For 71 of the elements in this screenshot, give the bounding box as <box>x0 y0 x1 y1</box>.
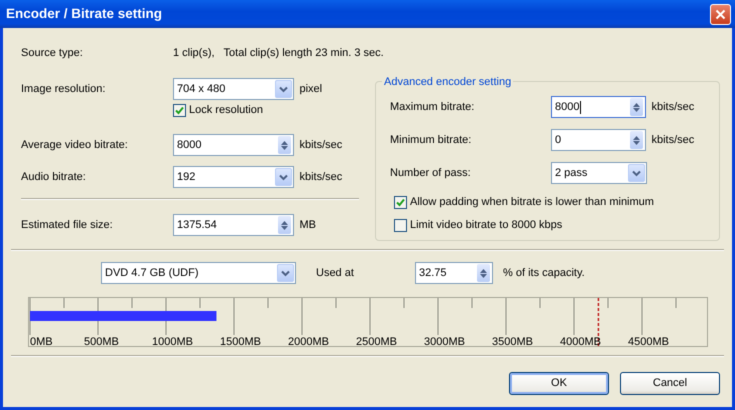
dropdown-button[interactable] <box>628 164 645 182</box>
field-label: Image resolution: <box>21 82 106 97</box>
spin-field[interactable]: 1375.54 <box>173 214 294 236</box>
spin-field[interactable]: 8000 <box>551 96 646 118</box>
dropdown-button[interactable] <box>275 168 292 186</box>
down-arrow-icon <box>633 108 640 112</box>
spin-button[interactable] <box>278 216 291 234</box>
dropdown-button[interactable] <box>275 80 292 98</box>
unit-label: kbits/sec <box>652 100 694 115</box>
chevron-down-icon <box>632 170 641 176</box>
close-button[interactable] <box>710 4 731 24</box>
down-arrow-icon <box>480 274 487 278</box>
up-arrow-icon <box>281 220 288 224</box>
up-arrow-icon <box>480 268 487 272</box>
tick-label: 2500MB <box>356 336 397 347</box>
spin-field[interactable]: 8000 <box>173 134 294 156</box>
field-label: Audio bitrate: <box>21 170 87 185</box>
down-arrow-icon <box>281 146 288 150</box>
field-label: Used at <box>316 266 355 281</box>
unit-label: kbits/sec <box>300 170 342 185</box>
checkbox-label: Lock resolution <box>189 102 263 118</box>
checkbox[interactable] <box>394 196 407 208</box>
spin-field[interactable]: 0 <box>551 129 646 151</box>
spin-button[interactable] <box>630 98 643 116</box>
spin-button[interactable] <box>630 131 643 149</box>
source-info: 1 clip(s), Total clip(s) length 23 min. 3 sec. <box>173 46 384 61</box>
window-title: Encoder / Bitrate setting <box>6 4 162 23</box>
chevron-down-icon <box>281 270 290 276</box>
dropdown-field[interactable]: 2 pass <box>551 162 647 184</box>
checkbox[interactable] <box>394 218 407 232</box>
field-label: Number of pass: <box>390 166 472 181</box>
down-arrow-icon <box>281 226 288 230</box>
spin-button[interactable] <box>278 136 291 154</box>
tick-label: 1000MB <box>152 336 193 347</box>
dropdown-button[interactable] <box>277 264 294 282</box>
unit-label: % of its capacity. <box>503 266 585 281</box>
up-arrow-icon <box>281 140 288 144</box>
close-icon <box>715 8 726 20</box>
dialog-button[interactable]: Cancel <box>620 372 720 395</box>
tick-label: 0MB <box>30 336 53 347</box>
unit-label: MB <box>300 218 316 233</box>
dropdown-field[interactable]: DVD 4.7 GB (UDF) <box>101 262 296 284</box>
unit-label: pixel <box>300 82 322 97</box>
group-title: Advanced encoder setting <box>382 74 514 90</box>
dialog-button[interactable]: OK <box>509 372 609 395</box>
field-label: Estimated file size: <box>21 218 114 233</box>
tick-label: 4000MB <box>560 336 601 347</box>
tick-label: 3500MB <box>492 336 533 347</box>
chevron-down-icon <box>279 86 288 92</box>
unit-label: kbits/sec <box>300 138 342 153</box>
up-arrow-icon <box>633 102 640 106</box>
checkbox[interactable] <box>173 104 186 116</box>
tick-label: 500MB <box>84 336 119 347</box>
dropdown-field[interactable]: 704 x 480 <box>173 78 294 100</box>
dropdown-field[interactable]: 192 <box>173 166 294 188</box>
tick-label: 3000MB <box>424 336 465 347</box>
field-label: Maximum bitrate: <box>390 100 476 115</box>
field-label: Minimum bitrate: <box>390 132 472 148</box>
spin-field[interactable]: 32.75 <box>415 262 493 284</box>
checkbox-label: Limit video bitrate to 8000 kbps <box>410 218 562 233</box>
tick-label: 1500MB <box>220 336 261 347</box>
unit-label: kbits/sec <box>652 132 694 148</box>
spin-button[interactable] <box>477 264 490 282</box>
down-arrow-icon <box>633 140 640 144</box>
field-label: Source type: <box>21 46 84 61</box>
tick-label: 4500MB <box>628 336 669 347</box>
field-label: Average video bitrate: <box>21 138 129 153</box>
up-arrow-icon <box>633 136 640 140</box>
checkbox-label: Allow padding when bitrate is lower than minimum <box>410 194 654 210</box>
tick-label: 2000MB <box>288 336 329 347</box>
chevron-down-icon <box>279 174 288 180</box>
